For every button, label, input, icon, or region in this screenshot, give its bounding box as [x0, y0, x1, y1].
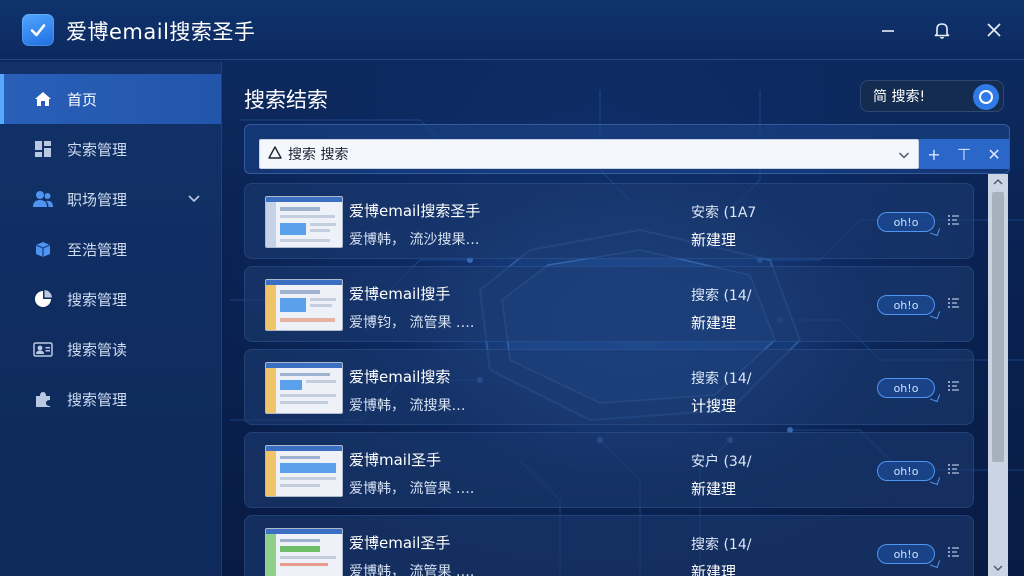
chevron-down-icon[interactable]: [187, 191, 201, 209]
clear-button[interactable]: ✕: [987, 145, 1000, 164]
search-input-value: 搜索 搜索: [288, 147, 349, 163]
row-status: 新建理: [691, 231, 737, 249]
sidebar-item-search-management[interactable]: 搜索管理: [0, 274, 221, 324]
list-menu-icon[interactable]: [947, 378, 961, 397]
sidebar-item-label: 搜索管理: [67, 290, 128, 309]
chat-badge[interactable]: oh!o: [877, 544, 935, 564]
list-menu-icon[interactable]: [947, 544, 961, 563]
row-count: 搜索 (14/: [691, 537, 752, 553]
sidebar-item-workplace-management[interactable]: 职场管理: [0, 174, 221, 224]
row-title: 爱博email搜索圣手: [349, 202, 481, 220]
minimize-button[interactable]: [872, 14, 904, 46]
pie-chart-icon: [32, 288, 54, 310]
email-thumbnail: [265, 362, 343, 414]
row-count: 安索 (1A7: [691, 205, 757, 221]
row-count: 搜索 (14/: [691, 288, 752, 304]
filter-button[interactable]: ⊤: [957, 145, 971, 164]
list-menu-icon[interactable]: [947, 212, 961, 231]
row-subtitle: 爱博韩， 流沙搜果…: [349, 232, 480, 248]
search-actions: + ⊤ ✕: [919, 139, 1009, 169]
row-status: 新建理: [691, 314, 737, 332]
page-title: 搜索结索: [244, 88, 328, 112]
box-icon: [32, 238, 54, 260]
result-list: 爱博email搜索圣手 爱博韩， 流沙搜果… 安索 (1A7 新建理 oh!o …: [244, 180, 1010, 576]
search-bar: 搜索 搜索 + ⊤ ✕: [244, 124, 1010, 174]
row-count: 安户 (34/: [691, 454, 752, 470]
checkmark-logo-icon: [22, 14, 54, 46]
list-item[interactable]: 爱博email圣手 爱博韩， 流管果 …. 搜索 (14/ 新建理 oh!o: [244, 515, 974, 576]
sidebar: 首页 实索管理 职场管理 至浩管理 搜索管理 搜索管读 搜索管理: [0, 62, 222, 576]
title-bar: 爱博email搜索圣手: [0, 0, 1024, 60]
row-subtitle: 爱博韩， 流管果 ….: [349, 564, 475, 576]
home-icon: [32, 88, 54, 110]
sidebar-item-label: 实索管理: [67, 140, 128, 159]
add-button[interactable]: +: [927, 145, 940, 164]
email-thumbnail: [265, 279, 343, 331]
row-title: 爱博mail圣手: [349, 451, 442, 469]
scroll-up-icon[interactable]: [988, 174, 1008, 190]
notification-button[interactable]: [926, 14, 958, 46]
app-title: 爱博email搜索圣手: [66, 20, 256, 44]
sidebar-item-search-reading[interactable]: 搜索管读: [0, 324, 221, 374]
list-menu-icon[interactable]: [947, 461, 961, 480]
list-item[interactable]: 爱博email搜手 爱博钧， 流管果 …. 搜索 (14/ 新建理 oh!o: [244, 266, 974, 342]
sidebar-item-home[interactable]: 首页: [0, 74, 221, 124]
sidebar-item-label: 职场管理: [67, 190, 128, 209]
sidebar-item-box-management[interactable]: 至浩管理: [0, 224, 221, 274]
sidebar-item-label: 至浩管理: [67, 240, 128, 259]
list-item[interactable]: 爱博email搜索 爱博韩， 流搜果… 搜索 (14/ 计搜理 oh!o: [244, 349, 974, 425]
list-item[interactable]: 爱博email搜索圣手 爱博韩， 流沙搜果… 安索 (1A7 新建理 oh!o: [244, 183, 974, 259]
chat-badge[interactable]: oh!o: [877, 378, 935, 398]
row-subtitle: 爱博韩， 流搜果…: [349, 398, 466, 414]
chat-badge[interactable]: oh!o: [877, 212, 935, 232]
sidebar-item-label: 首页: [67, 90, 98, 109]
close-icon: [987, 23, 1001, 37]
scroll-down-icon[interactable]: [988, 560, 1008, 576]
list-menu-icon[interactable]: [947, 295, 961, 314]
chat-badge[interactable]: oh!o: [877, 295, 935, 315]
toggle-label: 简 搜索!: [873, 89, 926, 105]
minimize-icon: [882, 30, 894, 32]
row-title: 爱博email搜索: [349, 368, 451, 386]
puzzle-icon: [32, 388, 54, 410]
sidebar-item-label: 搜索管理: [67, 390, 128, 409]
search-toggle[interactable]: 简 搜索!: [860, 80, 1004, 112]
row-subtitle: 爱博韩， 流管果 ….: [349, 481, 475, 497]
list-item[interactable]: 爱博mail圣手 爱博韩， 流管果 …. 安户 (34/ 新建理 oh!o: [244, 432, 974, 508]
sidebar-item-index-management[interactable]: 实索管理: [0, 124, 221, 174]
chevron-down-icon[interactable]: [898, 149, 910, 165]
chat-badge[interactable]: oh!o: [877, 461, 935, 481]
row-subtitle: 爱博钧， 流管果 ….: [349, 315, 475, 331]
row-title: 爱博email圣手: [349, 534, 451, 552]
sidebar-item-plugin-management[interactable]: 搜索管理: [0, 374, 221, 424]
user-card-icon: [32, 338, 54, 360]
row-title: 爱博email搜手: [349, 285, 451, 303]
bell-icon: [934, 23, 950, 39]
users-icon: [32, 188, 54, 210]
row-status: 新建理: [691, 563, 737, 576]
scroll-thumb[interactable]: [992, 192, 1004, 462]
grid-icon: [32, 138, 54, 160]
row-status: 计搜理: [691, 397, 737, 415]
warning-triangle-icon: [268, 145, 282, 163]
email-thumbnail: [265, 445, 343, 497]
row-status: 新建理: [691, 480, 737, 498]
toggle-knob-icon[interactable]: [973, 84, 999, 110]
search-input[interactable]: 搜索 搜索: [259, 139, 919, 169]
email-thumbnail: [265, 196, 343, 248]
close-button[interactable]: [978, 14, 1010, 46]
row-count: 搜索 (14/: [691, 371, 752, 387]
scrollbar[interactable]: [988, 174, 1008, 576]
email-thumbnail: [265, 528, 343, 576]
sidebar-item-label: 搜索管读: [67, 340, 128, 359]
